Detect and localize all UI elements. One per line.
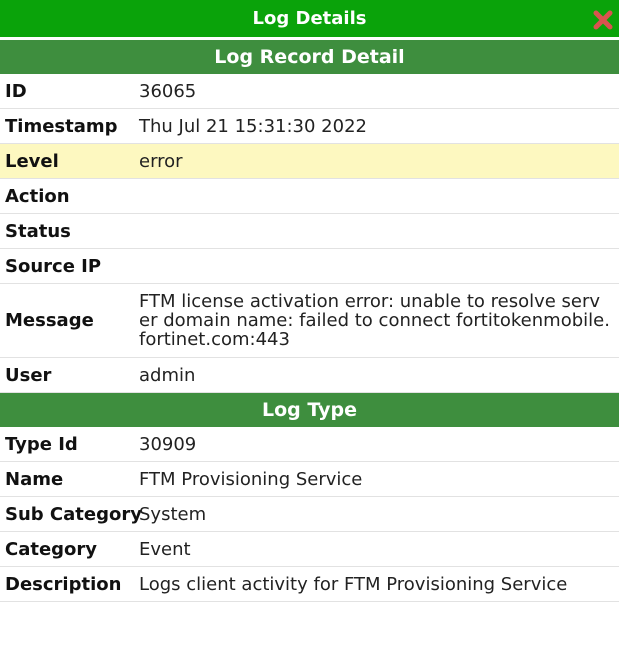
- row-value: System: [139, 503, 207, 525]
- row-description: Description Logs client activity for FTM…: [0, 567, 619, 602]
- row-level: Level error: [0, 144, 619, 179]
- row-label: Action: [5, 185, 70, 207]
- row-status: Status: [0, 214, 619, 249]
- row-label: Status: [5, 220, 71, 242]
- row-label: Source IP: [5, 255, 102, 277]
- log-record-table: ID 36065 Timestamp Thu Jul 21 15:31:30 2…: [0, 74, 619, 393]
- row-value: Event: [139, 538, 191, 560]
- row-value: FTM Provisioning Service: [139, 468, 363, 490]
- row-label: Level: [5, 150, 59, 172]
- row-label: Sub Category: [5, 503, 142, 525]
- row-type-id: Type Id 30909: [0, 427, 619, 462]
- dialog-titlebar: Log Details: [0, 0, 619, 40]
- row-sub-category: Sub Category System: [0, 497, 619, 532]
- log-details-dialog: Log Details Log Record Detail ID 36065 T…: [0, 0, 619, 646]
- row-label: Category: [5, 538, 98, 560]
- row-id: ID 36065: [0, 74, 619, 109]
- log-type-table: Type Id 30909 Name FTM Provisioning Serv…: [0, 427, 619, 602]
- row-name: Name FTM Provisioning Service: [0, 462, 619, 497]
- row-label: Timestamp: [5, 115, 118, 137]
- row-value: 36065: [139, 80, 197, 102]
- row-user: User admin: [0, 358, 619, 393]
- row-value: admin: [139, 364, 196, 386]
- row-value: error: [139, 150, 183, 172]
- row-timestamp: Timestamp Thu Jul 21 15:31:30 2022: [0, 109, 619, 144]
- row-value: Logs client activity for FTM Provisionin…: [139, 573, 568, 595]
- log-record-detail-header: Log Record Detail: [0, 40, 619, 74]
- row-label: Description: [5, 573, 122, 595]
- row-message: Message FTM license activation error: un…: [0, 284, 619, 358]
- row-value: 30909: [139, 433, 197, 455]
- row-label: Type Id: [5, 433, 78, 455]
- row-category: Category Event: [0, 532, 619, 567]
- row-source-ip: Source IP: [0, 249, 619, 284]
- dialog-title: Log Details: [252, 8, 367, 29]
- row-label: ID: [5, 80, 27, 102]
- row-action: Action: [0, 179, 619, 214]
- row-label: User: [5, 364, 52, 386]
- close-icon[interactable]: [591, 8, 615, 32]
- row-label: Name: [5, 468, 64, 490]
- log-type-header: Log Type: [0, 393, 619, 427]
- row-value: FTM license activation error: unable to …: [139, 291, 610, 350]
- row-label: Message: [5, 310, 94, 331]
- row-value: Thu Jul 21 15:31:30 2022: [139, 115, 367, 137]
